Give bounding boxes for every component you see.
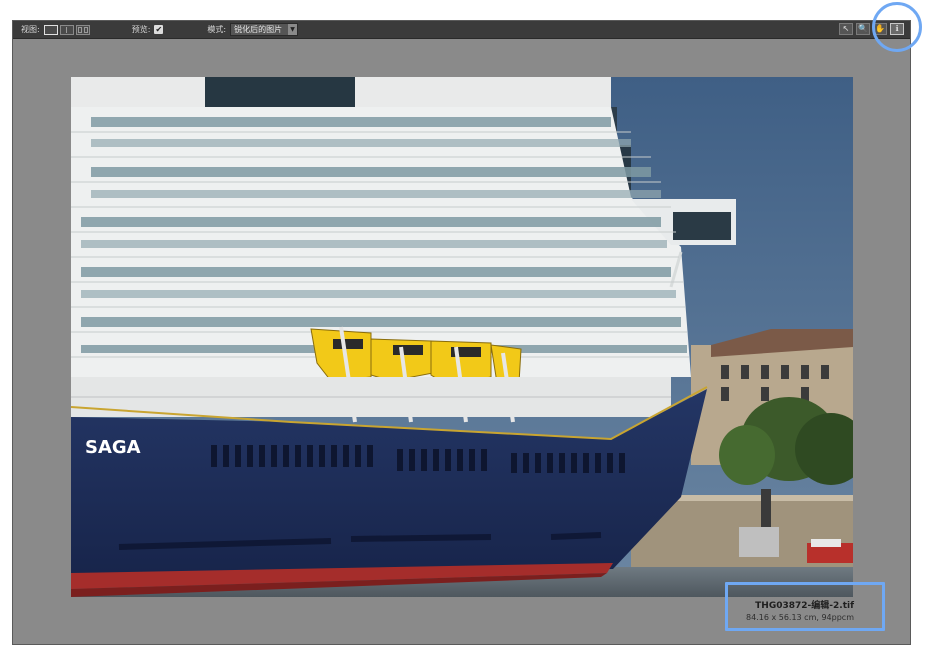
cruise-ship-photo: SAGA bbox=[71, 77, 853, 597]
file-info-highlight bbox=[725, 582, 885, 631]
info-tool-highlight bbox=[872, 2, 922, 52]
mode-label: 模式: bbox=[207, 25, 227, 34]
preview-label: 预览: bbox=[131, 25, 151, 34]
single-view-button[interactable] bbox=[43, 24, 58, 35]
sharpen-preview-window: 视图: 预览: ✔ 模式: 锐化后的图片 ▼ ↖ 🔍 ✋ ℹ SAGA THG0… bbox=[12, 20, 911, 645]
split-view-button[interactable] bbox=[59, 24, 74, 35]
pointer-tool-button[interactable]: ↖ bbox=[839, 23, 853, 35]
zoom-tool-button[interactable]: 🔍 bbox=[856, 23, 870, 35]
toolbar: 视图: 预览: ✔ 模式: 锐化后的图片 ▼ ↖ 🔍 ✋ ℹ bbox=[13, 21, 910, 39]
view-label: 视图: bbox=[21, 25, 40, 34]
preview-image: SAGA bbox=[71, 77, 853, 597]
magnifier-icon: 🔍 bbox=[858, 24, 868, 33]
mode-select[interactable]: 锐化后的图片 ▼ bbox=[230, 23, 299, 36]
side-by-side-view-button[interactable] bbox=[75, 24, 90, 35]
hull-lettering: SAGA bbox=[85, 437, 141, 458]
pointer-icon: ↖ bbox=[842, 24, 850, 33]
mode-select-value: 锐化后的图片 bbox=[234, 25, 283, 34]
view-mode-buttons bbox=[43, 24, 90, 35]
chevron-down-icon: ▼ bbox=[288, 24, 298, 35]
preview-checkbox[interactable]: ✔ bbox=[154, 25, 164, 34]
